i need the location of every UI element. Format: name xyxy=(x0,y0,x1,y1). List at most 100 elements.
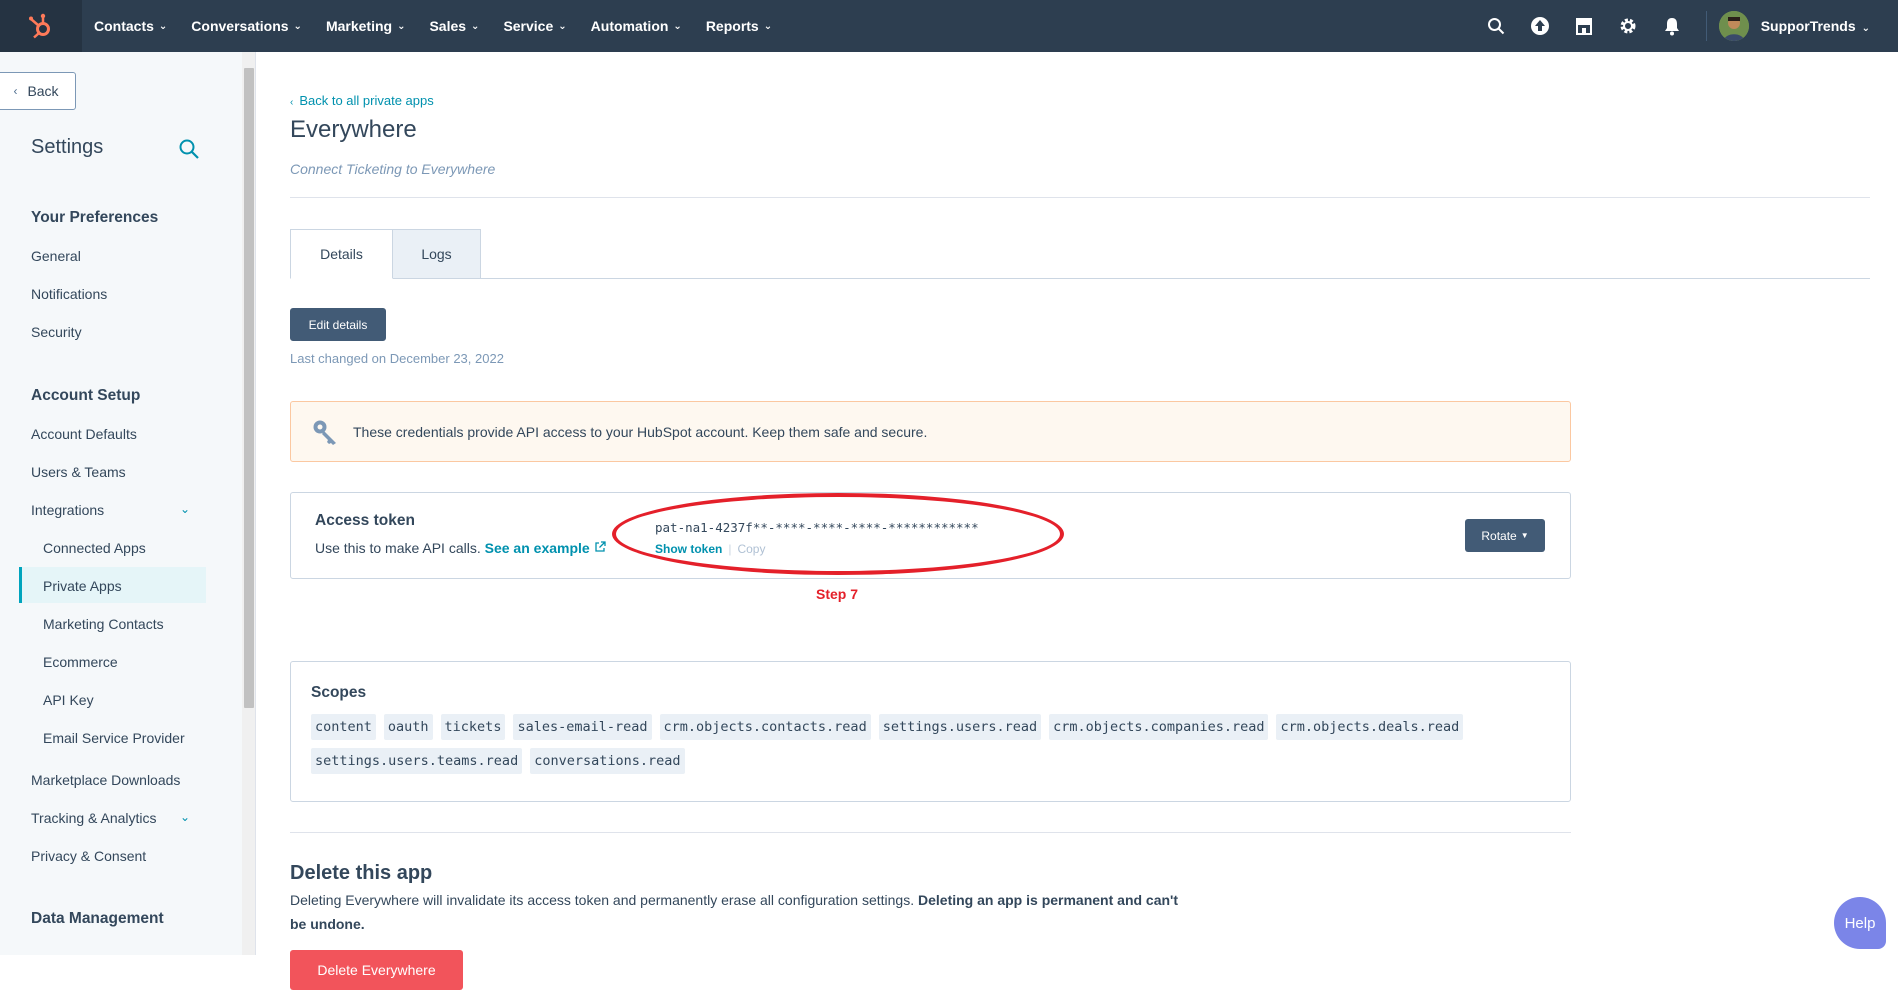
external-link-icon xyxy=(594,541,606,552)
hubspot-logo[interactable] xyxy=(0,0,82,52)
chevron-left-icon: ‹ xyxy=(13,84,18,98)
delete-app-description: Deleting Everywhere will invalidate its … xyxy=(290,892,1179,932)
scope-tag: settings.users.read xyxy=(878,714,1042,740)
tab-logs[interactable]: Logs xyxy=(393,229,481,279)
chevron-down-icon: ⌄ xyxy=(673,20,682,32)
scrollbar-thumb[interactable] xyxy=(244,68,254,708)
alert-text: These credentials provide API access to … xyxy=(353,423,928,440)
key-icon xyxy=(311,418,339,446)
scope-tag: tickets xyxy=(440,714,506,740)
sidebar-heading-data-management: Data Management xyxy=(31,910,164,927)
scope-tag: crm.objects.contacts.read xyxy=(659,714,871,740)
sidebar-title: Settings xyxy=(31,136,104,158)
help-button[interactable]: Help xyxy=(1834,897,1886,949)
caret-down-icon: ▼ xyxy=(1520,531,1529,540)
scope-tag: crm.objects.companies.read xyxy=(1049,714,1269,740)
access-token-card: Access token Use this to make API calls.… xyxy=(290,492,1571,579)
tab-details[interactable]: Details xyxy=(290,229,393,279)
chevron-down-icon: ⌄ xyxy=(558,20,567,32)
page-subtitle: Connect Ticketing to Everywhere xyxy=(290,161,496,177)
rotate-button[interactable]: Rotate ▼ xyxy=(1465,519,1545,552)
see-example-link[interactable]: See an example xyxy=(485,540,606,556)
chevron-down-icon[interactable]: ⌄ xyxy=(180,810,190,824)
chevron-down-icon: ⌄ xyxy=(158,20,168,32)
main-content: ‹ Back to all private apps Everywhere Con… xyxy=(257,52,1898,990)
scope-tag: settings.users.teams.read xyxy=(311,748,523,774)
sidebar-heading-account-setup: Account Setup xyxy=(31,387,141,404)
gear-icon[interactable] xyxy=(1616,14,1640,38)
sidebar-item-connected-apps[interactable]: Connected Apps xyxy=(43,540,146,556)
nav-divider xyxy=(1705,11,1707,41)
access-token-description: Use this to make API calls. See an examp… xyxy=(315,540,606,556)
separator: | xyxy=(728,542,732,556)
sidebar-item-notifications[interactable]: Notifications xyxy=(31,286,107,302)
scope-tag: content xyxy=(311,714,376,740)
edit-details-button[interactable]: Edit details xyxy=(290,308,386,341)
nav-right-utilities: SupporTrends ⌄ xyxy=(1474,0,1898,52)
settings-sidebar: ‹ Back Settings Your Preferences General … xyxy=(0,52,242,955)
back-button[interactable]: ‹ Back xyxy=(0,72,76,110)
sidebar-item-api-key[interactable]: API Key xyxy=(43,692,94,708)
token-actions: Show token | Copy xyxy=(655,542,765,556)
delete-app-button[interactable]: Delete Everywhere xyxy=(290,950,463,990)
hubspot-sprocket-icon xyxy=(29,13,50,39)
sidebar-scrollbar[interactable] xyxy=(242,52,256,955)
scope-tag: crm.objects.deals.read xyxy=(1276,714,1464,740)
divider xyxy=(290,832,1571,833)
scope-tag: sales-email-read xyxy=(513,714,652,740)
chevron-down-icon: ⌄ xyxy=(293,20,302,32)
tab-bar: Details Logs xyxy=(290,229,481,279)
marketplace-icon[interactable] xyxy=(1572,14,1596,38)
nav-service[interactable]: Service ⌄ xyxy=(503,18,566,34)
nav-automation[interactable]: Automation ⌄ xyxy=(591,18,682,34)
chevron-down-icon: ⌄ xyxy=(397,20,406,32)
sidebar-item-account-defaults[interactable]: Account Defaults xyxy=(31,426,137,442)
nav-conversations[interactable]: Conversations ⌄ xyxy=(191,18,302,34)
sidebar-item-users-teams[interactable]: Users & Teams xyxy=(31,464,126,480)
bell-icon[interactable] xyxy=(1660,14,1684,38)
sidebar-item-security[interactable]: Security xyxy=(31,324,82,340)
last-changed-text: Last changed on December 23, 2022 xyxy=(290,351,504,366)
tabs-divider xyxy=(290,278,1870,279)
page-title: Everywhere xyxy=(290,116,417,143)
access-token-title: Access token xyxy=(315,512,415,529)
sidebar-item-ecommerce[interactable]: Ecommerce xyxy=(43,654,118,670)
sidebar-item-email-service-provider[interactable]: Email Service Provider xyxy=(43,730,185,746)
divider xyxy=(290,197,1870,198)
sidebar-item-private-apps[interactable]: Private Apps xyxy=(43,578,122,594)
scopes-title: Scopes xyxy=(311,684,367,701)
sidebar-item-tracking-analytics[interactable]: Tracking & Analytics xyxy=(31,810,157,826)
nav-reports[interactable]: Reports ⌄ xyxy=(706,18,772,34)
sidebar-item-general[interactable]: General xyxy=(31,248,81,264)
scope-tag: oauth xyxy=(383,714,433,740)
sidebar-item-privacy-consent[interactable]: Privacy & Consent xyxy=(31,848,146,864)
show-token-link[interactable]: Show token xyxy=(655,542,722,556)
scopes-list: content oauth tickets sales-email-read c… xyxy=(311,714,1551,782)
scope-tag: conversations.read xyxy=(530,748,685,774)
chevron-left-icon: ‹ xyxy=(290,97,294,108)
access-token-value: pat-na1-4237f**-****-****-****-*********… xyxy=(655,520,979,535)
annotation-step-label: Step 7 xyxy=(816,586,859,602)
delete-app-title: Delete this app xyxy=(290,862,433,884)
sidebar-heading-your-preferences: Your Preferences xyxy=(31,209,159,226)
credentials-alert: These credentials provide API access to … xyxy=(290,401,1571,462)
nav-sales[interactable]: Sales ⌄ xyxy=(429,18,479,34)
nav-marketing[interactable]: Marketing ⌄ xyxy=(326,18,406,34)
upgrade-icon[interactable] xyxy=(1528,14,1552,38)
search-icon[interactable] xyxy=(1484,14,1508,38)
chevron-down-icon[interactable]: ⌄ xyxy=(180,502,190,516)
chevron-down-icon: ⌄ xyxy=(471,20,480,32)
account-menu[interactable]: SupporTrends ⌄ xyxy=(1761,18,1870,34)
sidebar-item-marketing-contacts[interactable]: Marketing Contacts xyxy=(43,616,164,632)
copy-token-link[interactable]: Copy xyxy=(737,542,765,556)
back-to-private-apps-link[interactable]: ‹ Back to all private apps xyxy=(290,93,434,108)
sidebar-item-integrations[interactable]: Integrations xyxy=(31,502,104,518)
avatar[interactable] xyxy=(1718,11,1749,41)
top-navigation-bar: Contacts ⌄ Conversations ⌄ Marketing ⌄ Sale… xyxy=(0,0,1898,52)
main-nav-menu: Contacts ⌄ Conversations ⌄ Marketing ⌄ Sale… xyxy=(94,18,796,34)
nav-contacts[interactable]: Contacts ⌄ xyxy=(94,18,167,34)
sidebar-item-marketplace-downloads[interactable]: Marketplace Downloads xyxy=(31,772,180,788)
scopes-card: Scopes content oauth tickets sales-email… xyxy=(290,661,1571,802)
search-icon[interactable] xyxy=(178,138,200,160)
chevron-down-icon: ⌄ xyxy=(763,20,773,32)
